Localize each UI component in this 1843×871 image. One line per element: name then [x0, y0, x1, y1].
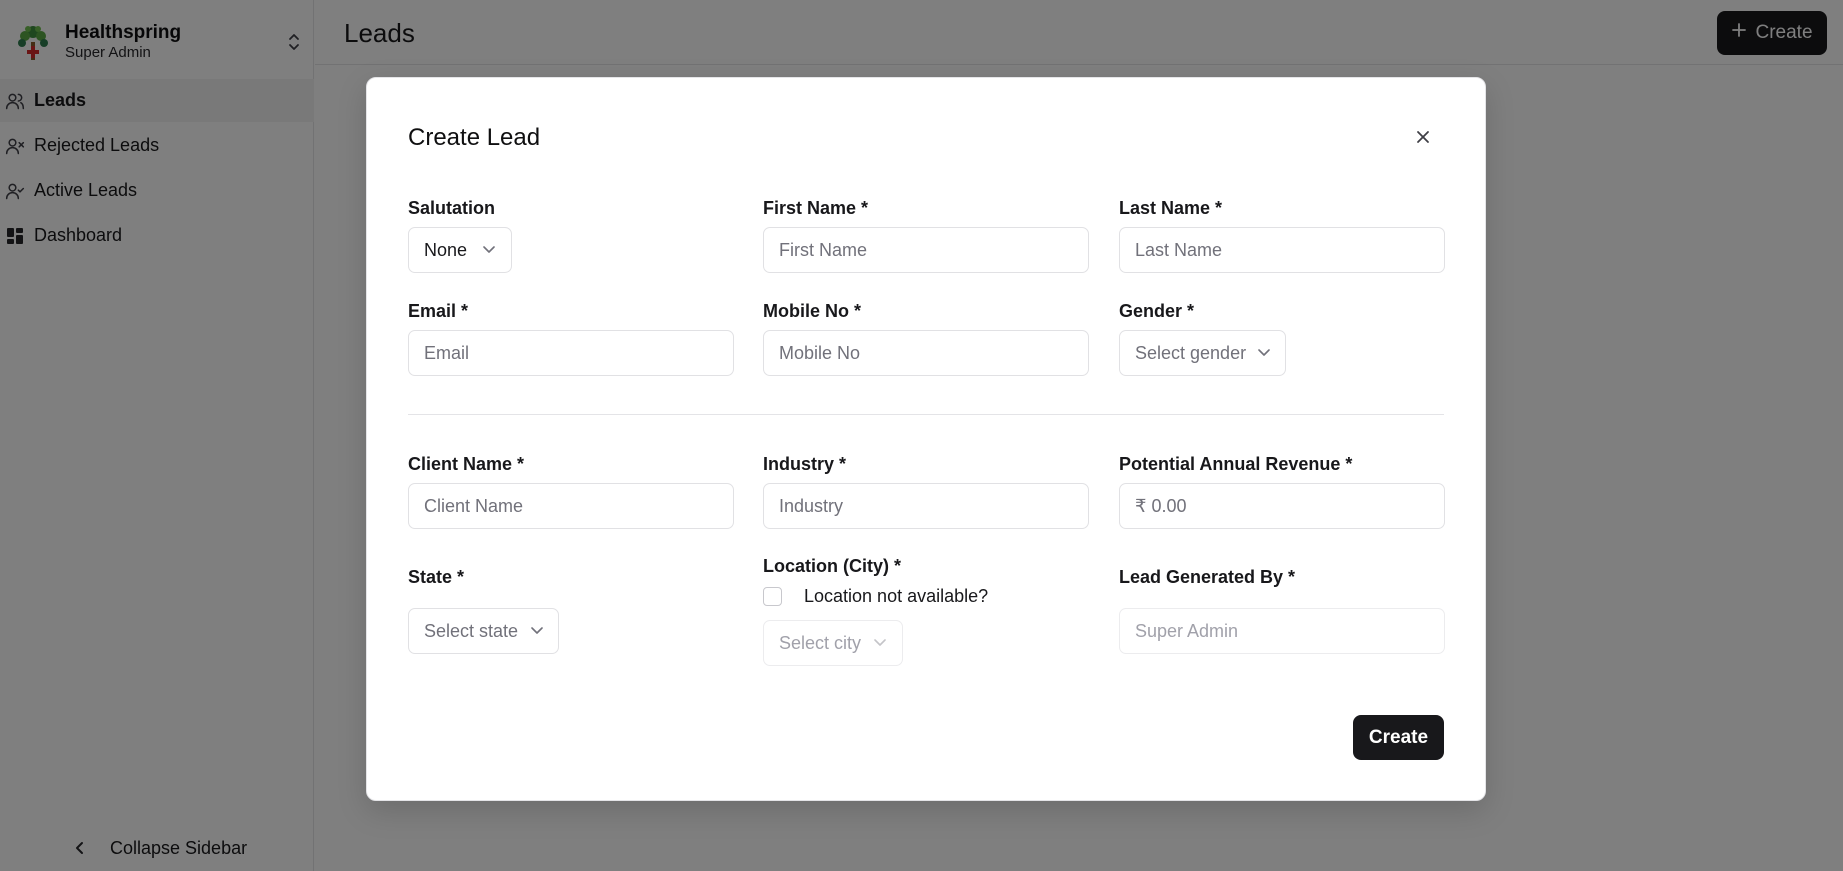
- salutation-select[interactable]: None: [408, 227, 512, 273]
- chevron-down-icon: [530, 624, 543, 638]
- city-placeholder: Select city: [779, 632, 862, 653]
- salutation-label: Salutation: [408, 198, 496, 218]
- mobile-no-input[interactable]: [763, 330, 1089, 376]
- city-select[interactable]: Select city: [763, 620, 903, 666]
- create-lead-dialog: Create Lead Salutation None First Name *…: [366, 77, 1486, 801]
- salutation-value: None: [424, 239, 468, 260]
- potential-annual-revenue-input[interactable]: [1119, 483, 1445, 529]
- lead-generated-by-label: Lead Generated By *: [1119, 567, 1296, 587]
- last-name-input[interactable]: [1119, 227, 1445, 273]
- gender-label: Gender *: [1119, 301, 1195, 321]
- state-select[interactable]: Select state: [408, 608, 559, 654]
- first-name-input[interactable]: [763, 227, 1089, 273]
- client-name-label: Client Name *: [408, 454, 525, 474]
- location-city-label: Location (City) *: [763, 556, 901, 576]
- location-not-available-row[interactable]: Location not available?: [763, 586, 988, 607]
- client-name-input[interactable]: [408, 483, 734, 529]
- industry-label: Industry *: [763, 454, 847, 474]
- email-label: Email *: [408, 301, 469, 321]
- close-dialog-button[interactable]: [1411, 126, 1435, 150]
- email-input[interactable]: [408, 330, 734, 376]
- chevron-down-icon: [1258, 346, 1270, 360]
- close-icon: [1415, 129, 1431, 148]
- industry-input[interactable]: [763, 483, 1089, 529]
- gender-select[interactable]: Select gender: [1119, 330, 1286, 376]
- state-label: State *: [408, 567, 465, 587]
- gender-placeholder: Select gender: [1135, 342, 1247, 363]
- location-not-available-checkbox[interactable]: [763, 587, 782, 606]
- section-divider: [408, 414, 1444, 415]
- mobile-no-label: Mobile No *: [763, 301, 861, 321]
- lead-generated-by-input: [1119, 608, 1445, 654]
- potential-annual-revenue-label: Potential Annual Revenue *: [1119, 454, 1353, 474]
- first-name-label: First Name *: [763, 198, 869, 218]
- last-name-label: Last Name *: [1119, 198, 1223, 218]
- location-not-available-label: Location not available?: [804, 586, 989, 606]
- state-placeholder: Select state: [424, 620, 519, 641]
- chevron-down-icon: [482, 243, 496, 257]
- chevron-down-icon: [873, 636, 887, 650]
- dialog-title: Create Lead: [408, 124, 541, 151]
- create-lead-submit-button[interactable]: Create: [1353, 715, 1444, 760]
